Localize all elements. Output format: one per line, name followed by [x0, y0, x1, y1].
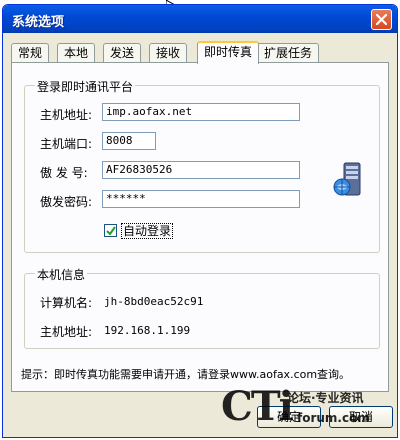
watermark-top-text: 论坛·专业资讯: [287, 391, 364, 405]
host-port-label: 主机端口:: [40, 137, 93, 151]
system-options-dialog: 系统选项 常规 本地 发送 接收 即时传真 扩展任务 登录即时通讯平台 主机地址…: [2, 4, 398, 438]
server-network-icon: [333, 162, 361, 196]
password-label: 傲发密码:: [40, 195, 93, 209]
login-group-title: 登录即时通讯平台: [35, 78, 136, 95]
cti-forum-watermark: CTi 论坛·专业资讯 forum.com: [221, 383, 397, 437]
tab-instant-fax[interactable]: 即时传真: [197, 41, 260, 64]
sender-id-input[interactable]: AF26830526: [102, 161, 300, 179]
watermark-brand: CTi: [221, 383, 294, 430]
host-port-input[interactable]: 8008: [102, 132, 156, 150]
host-address-label: 主机地址:: [40, 108, 93, 122]
tab-receive[interactable]: 接收: [149, 43, 188, 63]
tab-local[interactable]: 本地: [57, 43, 96, 63]
local-group-title: 本机信息: [35, 266, 88, 283]
close-icon: [376, 14, 387, 25]
computer-name-label: 计算机名:: [40, 296, 93, 310]
local-address-label: 主机地址:: [40, 325, 93, 339]
title-bar[interactable]: 系统选项: [3, 5, 397, 33]
auto-login-checkbox[interactable]: [104, 224, 117, 237]
tab-extended-tasks[interactable]: 扩展任务: [257, 43, 320, 63]
hint-text: 提示：即时传真功能需要申请开通，请登录www.aofax.com查询。: [21, 368, 351, 381]
auto-login-label[interactable]: 自动登录: [121, 223, 174, 239]
close-button[interactable]: [371, 9, 392, 30]
window-title: 系统选项: [12, 15, 65, 30]
tab-send[interactable]: 发送: [103, 43, 142, 63]
checkmark-icon: [106, 226, 116, 236]
watermark-bottom-text: forum.com: [297, 411, 370, 425]
sender-id-label: 傲 发 号:: [40, 166, 88, 180]
local-address-value: 192.168.1.199: [104, 324, 191, 337]
password-input[interactable]: ******: [102, 190, 300, 208]
host-address-input[interactable]: imp.aofax.net: [102, 103, 300, 121]
instant-fax-panel: 登录即时通讯平台 主机地址: imp.aofax.net 主机端口: 8008 …: [11, 62, 389, 392]
tab-general[interactable]: 常规: [11, 43, 50, 63]
tab-strip: 常规 本地 发送 接收 即时传真 扩展任务: [11, 41, 391, 64]
computer-name-value: jh-8bd0eac52c91: [104, 295, 204, 308]
